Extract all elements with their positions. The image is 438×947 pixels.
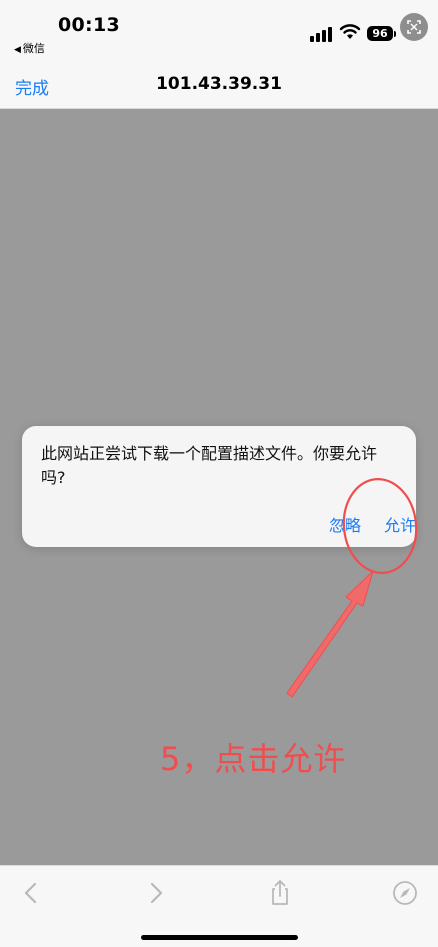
alert-message: 此网站正尝试下载一个配置描述文件。你要允许吗? — [41, 444, 378, 487]
page-title: 101.43.39.31 — [156, 74, 282, 94]
back-to-app-link[interactable]: ◀ 微信 — [14, 40, 45, 56]
battery-tip — [394, 31, 396, 37]
allow-button[interactable]: 允许 — [384, 512, 416, 536]
forward-chevron-icon[interactable] — [141, 878, 171, 908]
wifi-icon — [339, 24, 361, 39]
back-app-label: 微信 — [22, 42, 45, 55]
ignore-button[interactable]: 忽略 — [329, 512, 361, 536]
compass-icon[interactable] — [390, 878, 420, 908]
cellular-signal-icon — [310, 26, 334, 42]
status-time: 00:13 — [58, 14, 120, 36]
screenshot-icon[interactable] — [400, 13, 428, 41]
battery-indicator: 96 — [367, 26, 393, 41]
home-indicator — [141, 935, 298, 940]
nav-bar: 完成 101.43.39.31 — [0, 62, 438, 109]
share-icon[interactable] — [265, 878, 295, 908]
back-arrow-icon: ◀ — [14, 45, 21, 55]
status-bar: 00:13 ◀ 微信 96 — [0, 0, 438, 62]
annotation-text: 5，点击允许 — [160, 740, 347, 778]
back-chevron-icon[interactable] — [16, 878, 46, 908]
download-profile-alert: 此网站正尝试下载一个配置描述文件。你要允许吗? 忽略 允许 — [22, 426, 416, 547]
